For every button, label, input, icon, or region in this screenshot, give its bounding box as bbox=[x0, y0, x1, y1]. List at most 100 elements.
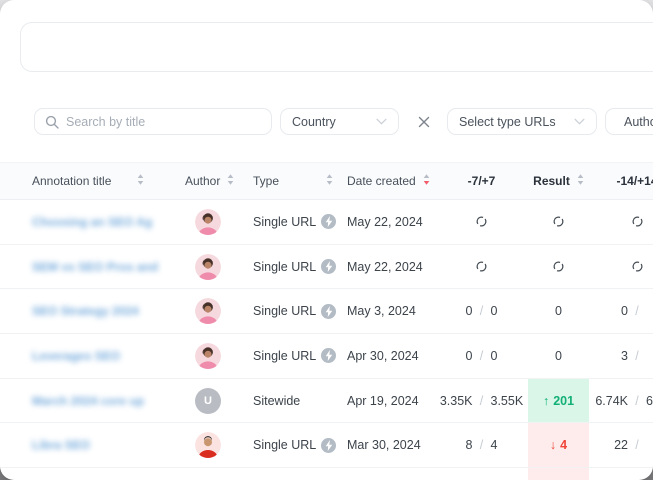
table-row[interactable]: Choosing an SEO AgSingle URLMay 22, 2024 bbox=[0, 200, 653, 245]
refresh-icon[interactable] bbox=[589, 260, 653, 273]
minus7-plus7-cell bbox=[435, 245, 528, 289]
minus14-plus14-cell: 3/ bbox=[589, 334, 653, 378]
minus7-plus7-cell: 3.35K/3.55K bbox=[435, 379, 528, 423]
avatar-initial: U bbox=[195, 388, 221, 414]
author-cell bbox=[185, 245, 253, 289]
annotation-title-link[interactable]: Leverages SEO bbox=[32, 349, 120, 363]
country-select[interactable]: Country bbox=[280, 108, 399, 135]
annotation-title-link[interactable]: March 2024 core up bbox=[32, 394, 144, 408]
table-body: Choosing an SEO AgSingle URLMay 22, 2024… bbox=[0, 200, 653, 480]
author-cell bbox=[185, 423, 253, 467]
table-row[interactable]: SEM vs SEO Pros and Single URLMay 22, 202… bbox=[0, 245, 653, 290]
search-input[interactable]: Search by title bbox=[34, 108, 272, 135]
date-created-cell: Apr 30, 2024 bbox=[347, 334, 435, 378]
date-created-cell: May 22, 2024 bbox=[347, 245, 435, 289]
annotation-title-cell: SEO Strategy 2024 bbox=[0, 289, 185, 333]
sort-icon[interactable] bbox=[137, 174, 144, 188]
annotation-title-cell: Leverages SEO bbox=[0, 334, 185, 378]
header-result[interactable]: Result bbox=[528, 163, 589, 199]
annotation-input-panel[interactable] bbox=[20, 22, 653, 72]
refresh-icon[interactable] bbox=[589, 215, 653, 228]
table-row[interactable]: Leverages SEO Single URLApr 30, 20240/003… bbox=[0, 334, 653, 379]
type-cell: Single URL bbox=[253, 245, 347, 289]
header-type[interactable]: Type bbox=[253, 163, 347, 199]
author-cell: U bbox=[185, 379, 253, 423]
trend-down-arrow-icon: ↓ bbox=[550, 438, 556, 452]
annotation-title-cell: SEM vs SEO Pros and bbox=[0, 245, 185, 289]
author-select[interactable]: Author bbox=[605, 108, 653, 135]
header-date-created[interactable]: Date created bbox=[347, 163, 435, 199]
minus7-plus7-cell bbox=[435, 200, 528, 244]
header-author[interactable]: Author bbox=[185, 163, 253, 199]
result-cell: 0 bbox=[528, 289, 589, 333]
table-header-row: Annotation title Author Type Date create… bbox=[0, 162, 653, 200]
author-cell bbox=[185, 289, 253, 333]
sort-desc-active-icon[interactable] bbox=[423, 174, 430, 188]
refresh-icon[interactable] bbox=[435, 215, 528, 228]
result-cell: ↑201 bbox=[528, 379, 589, 423]
url-bolt-icon bbox=[321, 438, 336, 453]
annotation-title-cell: Libra SEO bbox=[0, 423, 185, 467]
sort-icon[interactable] bbox=[326, 174, 333, 188]
table-row[interactable]: SEO Strategy 2024Single URLMay 3, 20240/… bbox=[0, 289, 653, 334]
annotations-table: Annotation title Author Type Date create… bbox=[0, 162, 653, 480]
refresh-icon[interactable] bbox=[528, 260, 589, 273]
type-urls-select-label: Select type URLs bbox=[459, 115, 556, 129]
minus7-plus7-cell: 0/0 bbox=[435, 334, 528, 378]
country-select-label: Country bbox=[292, 115, 336, 129]
result-cell: ↓4 bbox=[528, 423, 589, 467]
sort-icon[interactable] bbox=[577, 174, 584, 188]
result-cell: 0 bbox=[528, 334, 589, 378]
avatar bbox=[195, 298, 221, 324]
trend-up-arrow-icon: ↑ bbox=[543, 394, 549, 408]
sort-icon[interactable] bbox=[227, 174, 234, 188]
date-created-cell: Mar 30, 2024 bbox=[347, 423, 435, 467]
header-annotation-title[interactable]: Annotation title bbox=[0, 163, 185, 199]
minus7-plus7-cell: 8/4 bbox=[435, 423, 528, 467]
annotation-title-link[interactable]: Libra SEO bbox=[32, 438, 90, 452]
result-cell bbox=[528, 200, 589, 244]
minus7-plus7-cell: 0/0 bbox=[435, 289, 528, 333]
minus14-plus14-cell: 6.74K/6 bbox=[589, 379, 653, 423]
result-trend-value: ↓4 bbox=[550, 438, 567, 452]
url-bolt-icon bbox=[321, 348, 336, 363]
table-row[interactable]: Libra SEO Single URLMar 30, 20248/4 ↓4 22/ bbox=[0, 423, 653, 468]
minus14-plus14-cell bbox=[589, 200, 653, 244]
avatar bbox=[195, 254, 221, 280]
type-urls-select[interactable]: Select type URLs bbox=[447, 108, 597, 135]
search-placeholder: Search by title bbox=[66, 115, 145, 129]
table-row[interactable] bbox=[0, 468, 653, 480]
url-bolt-icon bbox=[321, 304, 336, 319]
annotation-title-link[interactable]: SEM vs SEO Pros and bbox=[32, 260, 158, 274]
refresh-icon[interactable] bbox=[528, 215, 589, 228]
minus14-plus14-cell: 0/ bbox=[589, 289, 653, 333]
table-row[interactable]: March 2024 core upUSitewideApr 19, 20243… bbox=[0, 379, 653, 424]
avatar bbox=[195, 432, 221, 458]
annotation-title-link[interactable]: SEO Strategy 2024 bbox=[32, 304, 139, 318]
author-select-label: Author bbox=[624, 115, 653, 129]
chevron-down-icon bbox=[376, 118, 387, 125]
backdrop: Search by title Country Select type URLs… bbox=[0, 0, 653, 480]
annotation-title-link[interactable]: Choosing an SEO Ag bbox=[32, 215, 152, 229]
type-cell: Sitewide bbox=[253, 379, 347, 423]
search-icon bbox=[45, 115, 59, 129]
avatar bbox=[195, 209, 221, 235]
type-cell: Single URL bbox=[253, 289, 347, 333]
annotation-title-cell: March 2024 core up bbox=[0, 379, 185, 423]
result-trend-value: ↑201 bbox=[543, 394, 574, 408]
url-bolt-icon bbox=[321, 259, 336, 274]
avatar bbox=[195, 343, 221, 369]
clear-filter-x-icon[interactable] bbox=[412, 110, 436, 134]
type-cell: Single URL bbox=[253, 423, 347, 467]
type-cell: Single URL bbox=[253, 334, 347, 378]
type-cell: Single URL bbox=[253, 200, 347, 244]
refresh-icon[interactable] bbox=[435, 260, 528, 273]
app-window: Search by title Country Select type URLs… bbox=[0, 0, 653, 480]
url-bolt-icon bbox=[321, 214, 336, 229]
header-minus14-plus14: -14/+14 bbox=[589, 163, 653, 199]
minus14-plus14-cell: 22/ bbox=[589, 423, 653, 467]
author-cell bbox=[185, 200, 253, 244]
date-created-cell: May 3, 2024 bbox=[347, 289, 435, 333]
header-minus7-plus7: -7/+7 bbox=[435, 163, 528, 199]
annotation-title-cell: Choosing an SEO Ag bbox=[0, 200, 185, 244]
